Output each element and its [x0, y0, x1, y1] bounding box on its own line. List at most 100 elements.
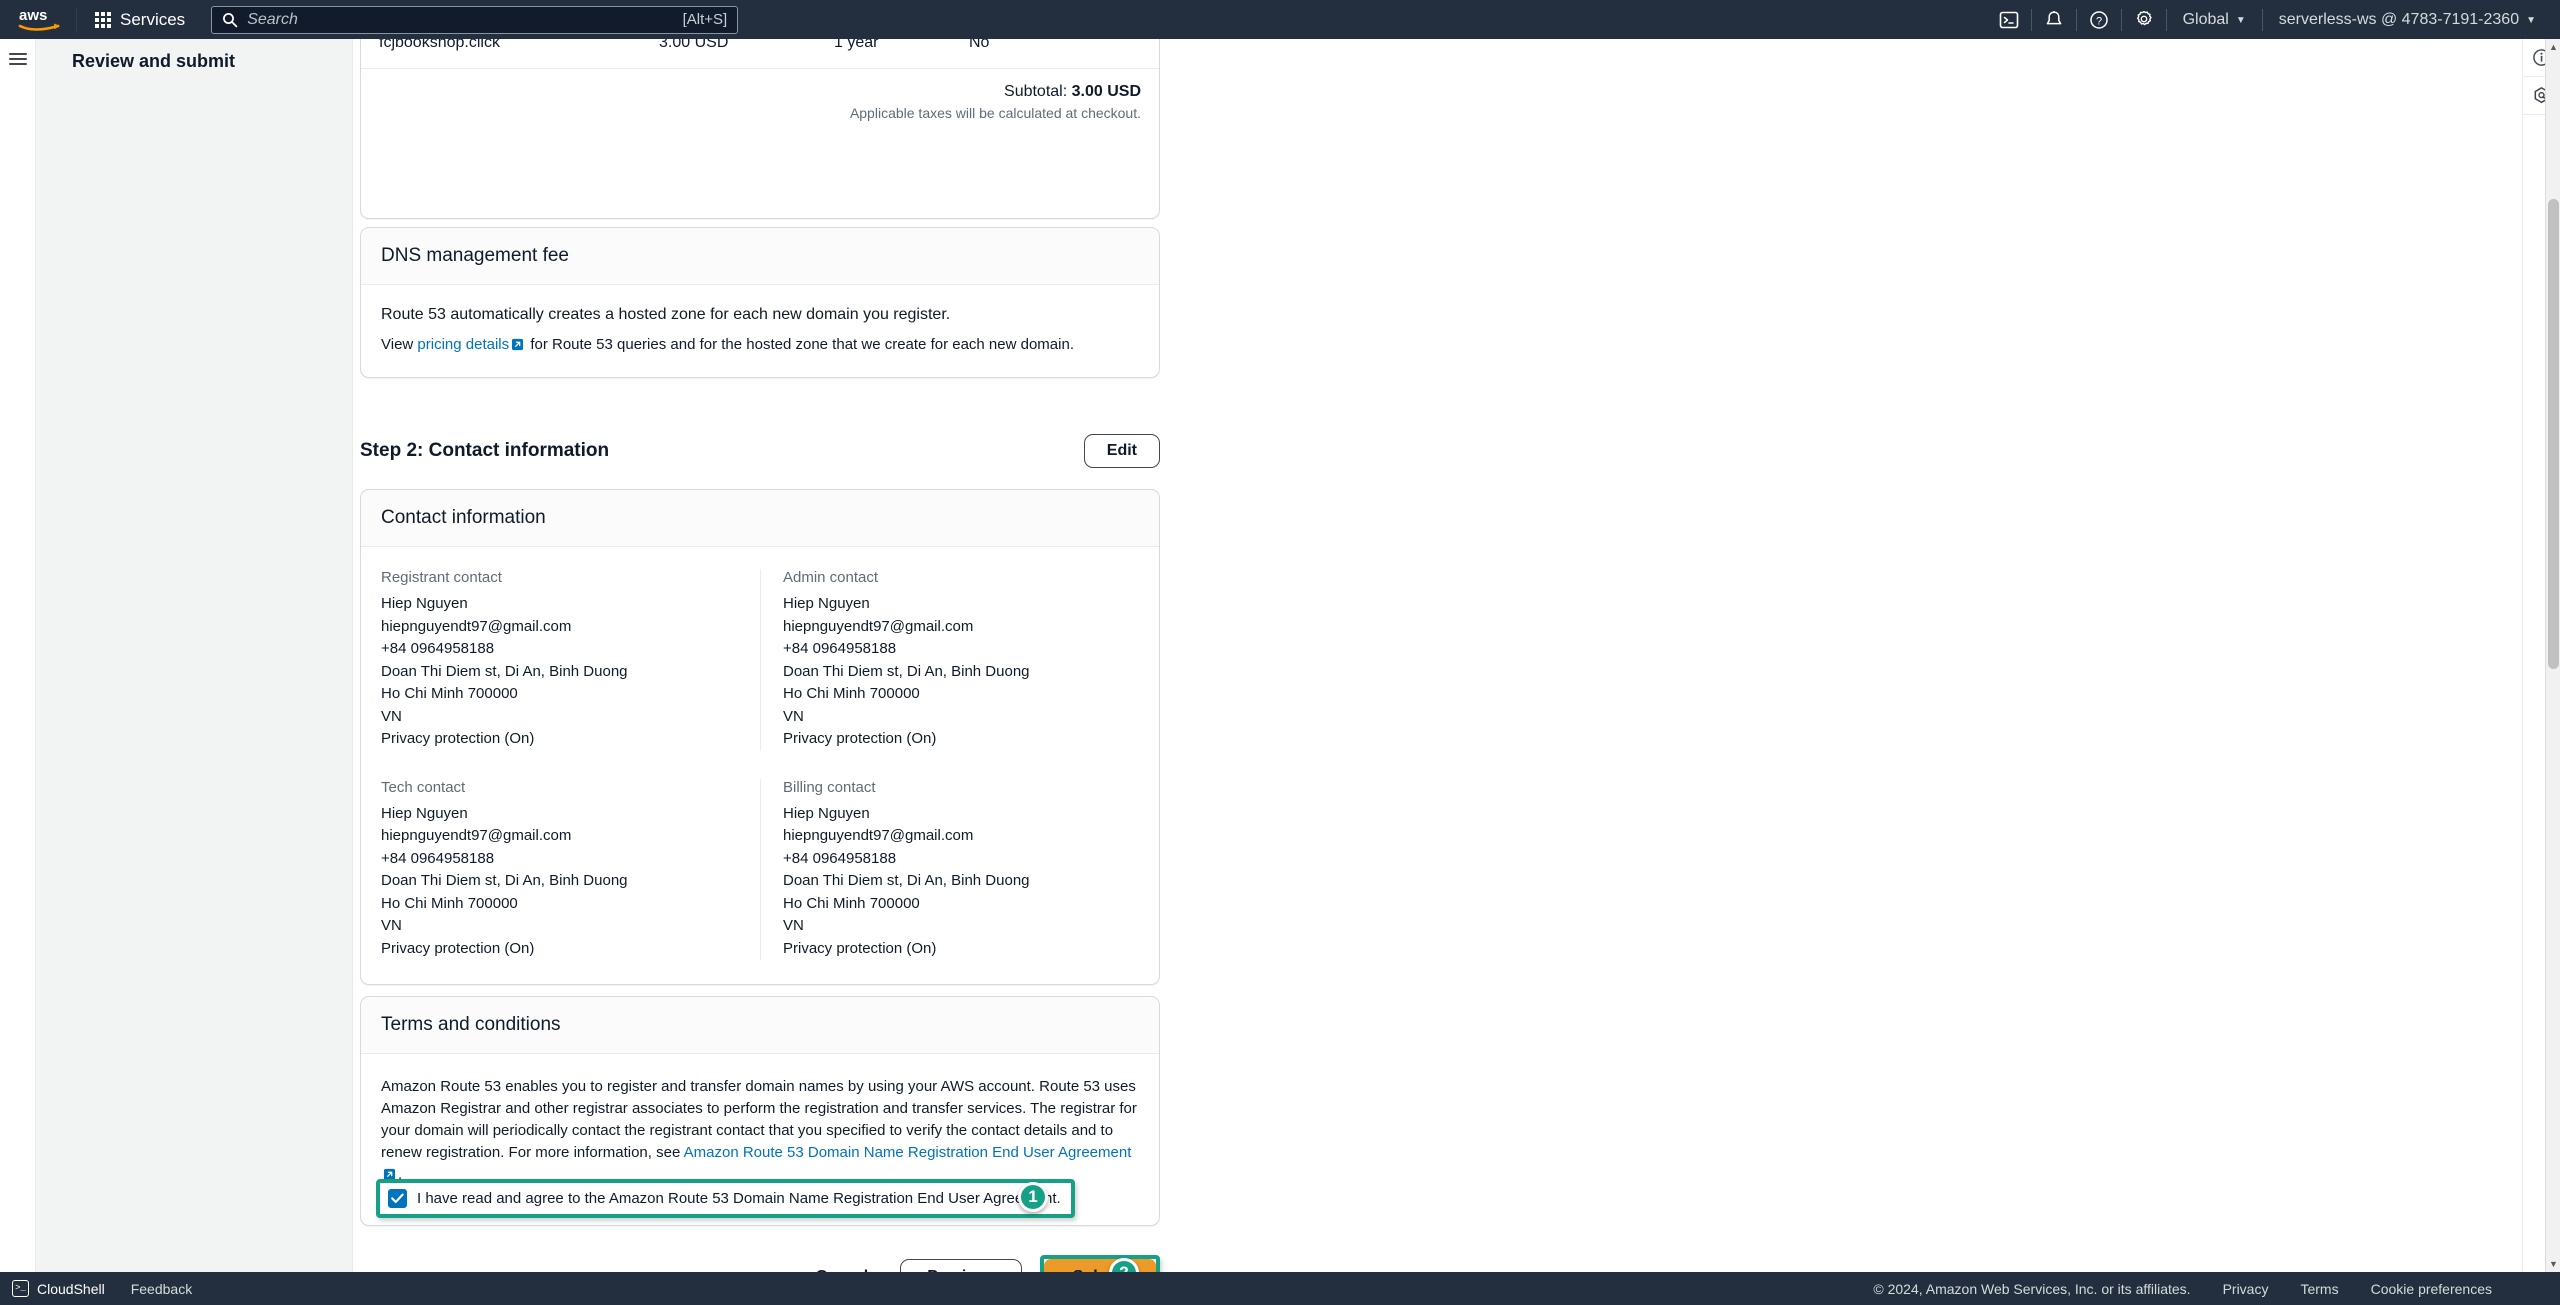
cell-auto-renew: No — [951, 39, 1159, 69]
chevron-down-icon: ▼ — [2526, 15, 2536, 26]
tech-contact-address: Doan Thi Diem st, Di An, Binh Duong — [381, 872, 628, 889]
previous-button[interactable]: Previous — [900, 1259, 1022, 1272]
registrant-contact-address: Doan Thi Diem st, Di An, Binh Duong — [381, 662, 628, 680]
step2-title: Step 2: Contact information — [360, 440, 610, 461]
admin-contact-address: Doan Thi Diem st, Di An, Binh Duong — [783, 662, 1030, 680]
eua-link[interactable]: Amazon Route 53 Domain Name Registration… — [684, 1144, 1132, 1161]
pricing-details-link[interactable]: pricing details — [417, 336, 509, 353]
left-rail — [0, 39, 36, 1272]
tech-contact-city: Ho Chi Minh 700000 — [381, 894, 518, 912]
services-label: Services — [120, 9, 186, 29]
chevron-down-icon: ▼ — [2235, 15, 2246, 26]
contact-information-card: Contact information Registrant contact H… — [360, 489, 1160, 985]
settings-gear-icon[interactable] — [2122, 0, 2166, 39]
tech-contact-name: Hiep Nguyen — [381, 804, 468, 822]
side-panel: Review and submit — [36, 39, 353, 1272]
admin-contact-phone: +84 0964958188 — [783, 640, 897, 657]
footer-left-cluster: >_ CloudShell Feedback — [12, 1280, 192, 1297]
global-search-box[interactable]: [Alt+S] — [211, 5, 739, 34]
annotation-badge-1: 1 — [1018, 1182, 1048, 1212]
admin-contact-privacy: Privacy protection (On) — [783, 730, 937, 747]
submit-button-highlight: Submit — [1039, 1255, 1160, 1272]
tech-contact-phone: +84 0964958188 — [381, 849, 495, 867]
services-menu-button[interactable]: Services — [83, 4, 197, 36]
scroll-down-arrow-icon[interactable]: ▼ — [2546, 1256, 2560, 1272]
billing-contact-name: Hiep Nguyen — [783, 804, 870, 822]
agreement-checkbox[interactable] — [388, 1189, 407, 1208]
dns-fee-line2: View pricing details for Route 53 querie… — [381, 334, 1139, 357]
region-selector[interactable]: Global ▼ — [2167, 0, 2262, 39]
dns-fee-line2-suffix: for Route 53 queries and for the hosted … — [530, 336, 1074, 353]
cell-domain-name: fcjbookshop.click — [361, 39, 641, 69]
svg-text:aws: aws — [19, 7, 47, 24]
cookie-preferences-link[interactable]: Cookie preferences — [2371, 1281, 2492, 1297]
cell-year: 1 year — [816, 39, 951, 69]
subtotal-row: Subtotal: 3.00 USD — [361, 69, 1159, 105]
step2-header: Step 2: Contact information Edit — [360, 431, 1160, 471]
billing-contact-country: VN — [783, 917, 804, 934]
tech-contact-email: hiepnguyendt97@gmail.com — [381, 827, 572, 844]
admin-contact-country: VN — [783, 707, 804, 725]
cancel-button[interactable]: Cancel — [796, 1260, 888, 1272]
scrollbar-thumb[interactable] — [2548, 199, 2559, 669]
subtotal-label: Subtotal: — [1004, 83, 1068, 100]
dns-fee-title: DNS management fee — [361, 228, 1159, 285]
taxes-note: Applicable taxes will be calculated at c… — [849, 105, 1141, 121]
tech-contact-block: Tech contact Hiep Nguyen hiepnguyendt97@… — [381, 779, 760, 961]
contact-card-title: Contact information — [361, 490, 1159, 547]
wizard-action-bar: Cancel Previous Submit — [360, 1255, 1160, 1272]
terms-body-text: Amazon Route 53 enables you to register … — [381, 1076, 1139, 1186]
footer-bar: >_ CloudShell Feedback © 2024, Amazon We… — [0, 1272, 2560, 1305]
footer-right-cluster: © 2024, Amazon Web Services, Inc. or its… — [1873, 1281, 2492, 1297]
dns-fee-line2-prefix: View — [381, 336, 414, 353]
search-icon — [223, 12, 238, 27]
tech-contact-privacy: Privacy protection (On) — [381, 939, 535, 957]
scroll-up-arrow-icon[interactable]: ▲ — [2546, 39, 2560, 55]
billing-contact-privacy: Privacy protection (On) — [783, 939, 937, 957]
cloudshell-icon[interactable] — [1987, 0, 2031, 39]
top-nav-right-cluster: ? Global ▼ serverless-ws @ 4783-7191-236… — [1987, 0, 2560, 39]
registrant-contact-label: Registrant contact — [381, 569, 502, 586]
dns-management-fee-card: DNS management fee Route 53 automaticall… — [360, 227, 1160, 378]
admin-contact-label: Admin contact — [783, 569, 879, 586]
notifications-bell-icon[interactable] — [2032, 0, 2076, 39]
tech-contact-label: Tech contact — [381, 778, 466, 796]
search-input[interactable] — [247, 10, 683, 29]
privacy-link[interactable]: Privacy — [2223, 1281, 2269, 1297]
cloudshell-button[interactable]: >_ CloudShell — [12, 1280, 105, 1297]
external-link-icon — [383, 1166, 396, 1181]
billing-contact-phone: +84 0964958188 — [783, 849, 897, 867]
agreement-checkbox-highlight[interactable]: I have read and agree to the Amazon Rout… — [376, 1179, 1075, 1218]
account-label: serverless-ws @ 4783-7191-2360 — [2278, 10, 2520, 28]
registrant-contact-privacy: Privacy protection (On) — [381, 730, 535, 747]
account-menu[interactable]: serverless-ws @ 4783-7191-2360 ▼ — [2263, 0, 2552, 39]
checkmark-icon — [391, 1193, 404, 1204]
billing-contact-address: Doan Thi Diem st, Di An, Binh Duong — [783, 872, 1030, 889]
cloudshell-icon: >_ — [12, 1280, 29, 1297]
agreement-checkbox-label: I have read and agree to the Amazon Rout… — [417, 1190, 1061, 1207]
registrant-contact-phone: +84 0964958188 — [381, 640, 495, 657]
grid-waffle-icon — [95, 11, 111, 28]
submit-button[interactable]: Submit — [1043, 1259, 1156, 1272]
top-navigation-bar: aws Services [Alt+S] — [0, 0, 2560, 39]
billing-contact-label: Billing contact — [783, 778, 876, 796]
terms-link[interactable]: Terms — [2300, 1281, 2338, 1297]
page-scrollbar[interactable]: ▲ ▼ — [2545, 39, 2560, 1272]
registrant-contact-block: Registrant contact Hiep Nguyen hiepnguye… — [381, 569, 760, 751]
main-content-area: Domain name Price Year Auto-renew fcjboo… — [353, 39, 2522, 1272]
copyright-text: © 2024, Amazon Web Services, Inc. or its… — [1873, 1280, 2191, 1297]
aws-logo[interactable]: aws — [18, 7, 70, 33]
admin-contact-block: Admin contact Hiep Nguyen hiepnguyendt97… — [760, 569, 1139, 751]
order-summary-card: Domain name Price Year Auto-renew fcjboo… — [360, 39, 1160, 219]
contacts-grid: Registrant contact Hiep Nguyen hiepnguye… — [381, 569, 1139, 960]
registrant-contact-email: hiepnguyendt97@gmail.com — [381, 617, 572, 635]
registrant-contact-city: Ho Chi Minh 700000 — [381, 685, 518, 702]
navigation-toggle-hamburger-icon[interactable] — [8, 53, 27, 65]
feedback-link[interactable]: Feedback — [131, 1281, 192, 1297]
edit-button[interactable]: Edit — [1083, 434, 1160, 468]
terms-title: Terms and conditions — [361, 997, 1159, 1054]
search-shortcut-hint: [Alt+S] — [682, 11, 728, 28]
billing-contact-email: hiepnguyendt97@gmail.com — [783, 827, 974, 844]
billing-contact-block: Billing contact Hiep Nguyen hiepnguyendt… — [760, 778, 1139, 960]
help-question-icon[interactable]: ? — [2077, 0, 2121, 39]
